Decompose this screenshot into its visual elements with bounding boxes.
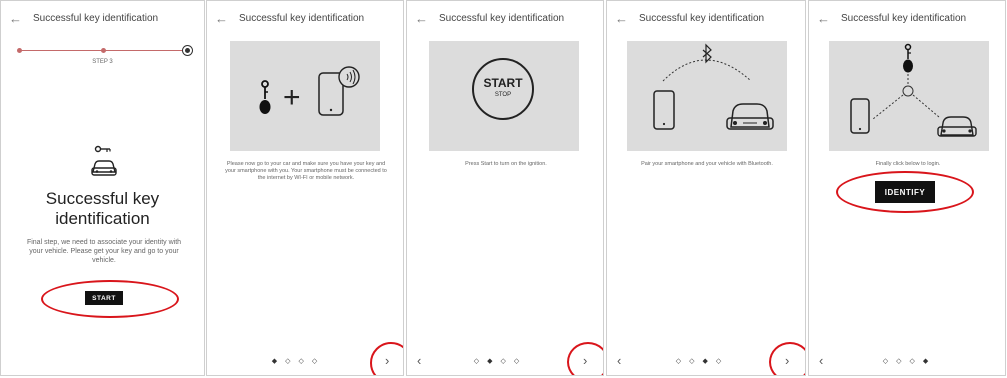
back-arrow-icon[interactable]: ← [415,12,429,26]
pager-dot[interactable]: ◆ [923,357,931,365]
back-arrow-icon[interactable]: ← [615,12,629,26]
step-dot-1 [17,48,22,53]
identify-illustration [829,41,989,151]
pager-dot[interactable]: ◆ [487,357,495,365]
header: ← Successful key identification [607,1,805,37]
next-chevron-icon[interactable]: › [583,353,587,368]
back-arrow-icon[interactable]: ← [215,12,229,26]
key-phone-car-graphic [850,43,977,137]
header-title: Successful key identification [439,13,565,24]
header-title: Successful key identification [33,13,159,24]
identify-description: Finally click below to login. [875,161,941,167]
plus-sign: + [283,81,301,114]
pager-dot[interactable]: ◇ [514,357,522,365]
step-dot-2 [101,48,106,53]
start-button[interactable]: START [85,291,123,305]
pager-dot[interactable]: ◇ [896,357,904,365]
start-stop-illustration: START STOP [429,41,579,151]
step-dot-3-current [185,48,190,53]
header-title: Successful key identification [841,13,967,24]
step-progress [15,45,193,57]
screenshot-strip: ← Successful key identification STEP 3 S… [0,0,1007,378]
pager-dot[interactable]: ◇ [500,357,508,365]
header: ← Successful key identification [207,1,403,37]
pager-dots: ◆ ◇ ◇ ◇ [207,357,403,365]
header-title: Successful key identification [639,13,765,24]
step-label: STEP 3 [92,59,113,65]
back-arrow-icon[interactable]: ← [9,12,23,26]
key-and-car-icon [91,145,117,176]
key-plus-phone-illustration: + [230,41,380,151]
pager-dot[interactable]: ◇ [312,357,320,365]
press-start-description: Press Start to turn on the ignition. [465,161,547,167]
pager-dot[interactable]: ◇ [909,357,917,365]
header-title: Successful key identification [239,13,365,24]
back-arrow-icon[interactable]: ← [817,12,831,26]
start-text: START [483,76,523,90]
pager-dot[interactable]: ◇ [689,357,697,365]
pager-dots: ◇ ◆ ◇ ◇ [407,357,603,365]
pager-dot[interactable]: ◇ [285,357,293,365]
success-title: Successful key identification [45,189,160,228]
next-chevron-icon[interactable]: › [785,353,789,368]
pager-dot[interactable]: ◇ [883,357,891,365]
panel-step-complete: ← Successful key identification STEP 3 S… [0,0,205,376]
pager-dot[interactable]: ◆ [702,357,710,365]
bluetooth-pairing-illustration [627,41,787,151]
panel-identify: ← Successful key identification Finally … [808,0,1006,376]
start-stop-button-graphic: START STOP [472,58,534,120]
panel-go-to-car: ← Successful key identification + Please… [206,0,404,376]
pager-dot[interactable]: ◇ [676,357,684,365]
header: ← Successful key identification [1,1,204,37]
bluetooth-description: Pair your smartphone and your vehicle wi… [641,161,773,167]
identify-button[interactable]: IDENTIFY [875,181,935,203]
stop-text: STOP [494,92,512,98]
pager-dot[interactable]: ◇ [474,357,482,365]
pager-dot[interactable]: ◇ [298,357,306,365]
panel-bluetooth-pairing: ← Successful key identification Pair you… [606,0,806,376]
pager-dot[interactable]: ◆ [272,357,280,365]
pager-dots: ◇ ◇ ◆ ◇ [607,357,805,365]
panel-press-start: ← Successful key identification START ST… [406,0,604,376]
header: ← Successful key identification [809,1,1005,37]
smartphone-nfc-icon [318,66,360,116]
key-icon [259,80,271,114]
pager-dots: ◇ ◇ ◇ ◆ [809,357,1005,365]
pager-dot[interactable]: ◇ [716,357,724,365]
header: ← Successful key identification [407,1,603,37]
go-to-car-description: Please now go to your car and make sure … [225,161,387,181]
next-chevron-icon[interactable]: › [385,353,389,368]
success-description: Final step, we need to associate your id… [26,239,182,264]
phone-car-bluetooth-graphic [653,43,774,130]
